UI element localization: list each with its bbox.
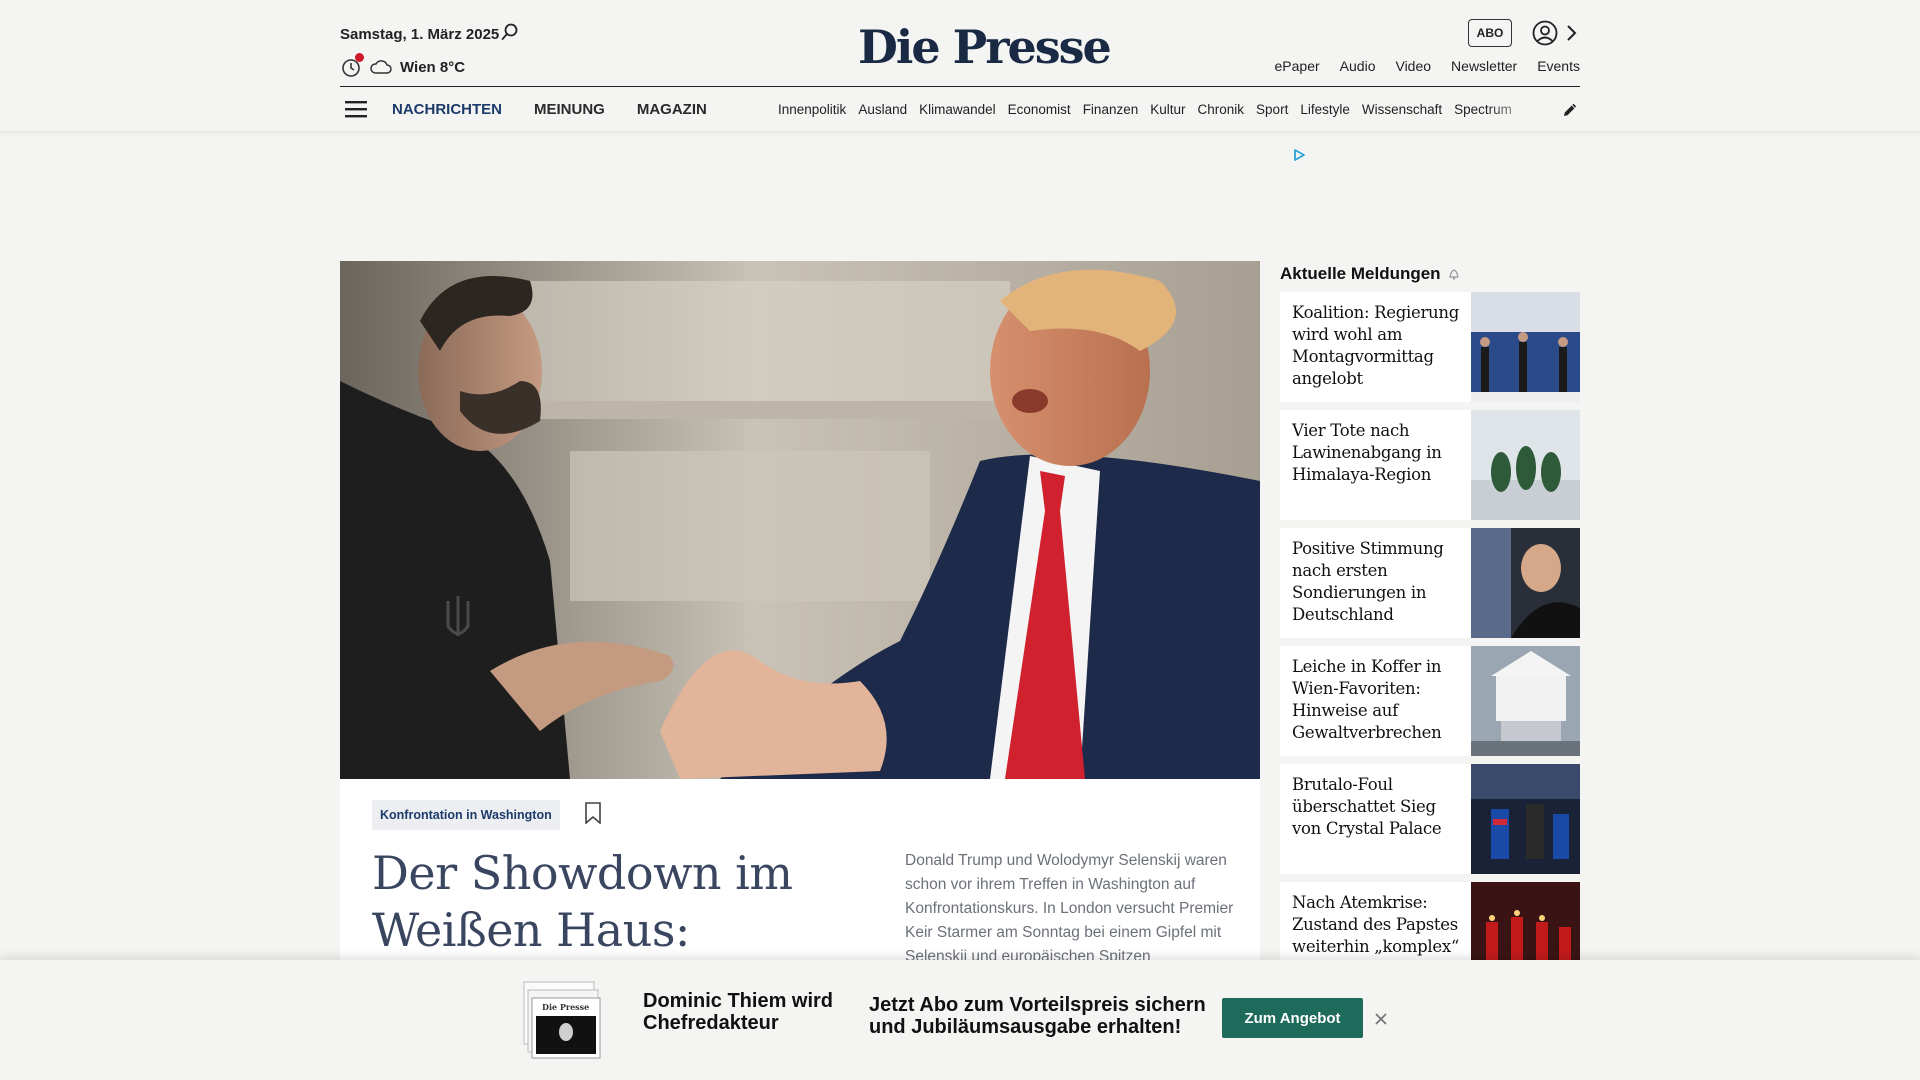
section-nav: Innenpolitik Ausland Klimawandel Economi… xyxy=(778,102,1540,117)
weather-text: Wien 8°C xyxy=(400,58,466,76)
link-audio[interactable]: Audio xyxy=(1340,58,1376,74)
history-clock-icon[interactable] xyxy=(340,53,364,78)
offer-button[interactable]: Zum Angebot xyxy=(1222,998,1363,1038)
sidebar-title-text: Aktuelle Meldungen xyxy=(1280,264,1441,283)
newspaper-logo: Die Presse xyxy=(542,1002,590,1012)
close-icon[interactable] xyxy=(1374,1012,1388,1026)
ad-choices-icon[interactable] xyxy=(1292,148,1306,162)
news-item[interactable]: Koalition: Regierung wird wohl am Montag… xyxy=(1280,292,1580,402)
nav-innenpolitik[interactable]: Innenpolitik xyxy=(778,102,846,117)
abo-button[interactable]: ABO xyxy=(1468,19,1512,47)
nav-kultur[interactable]: Kultur xyxy=(1150,102,1185,117)
pencil-icon[interactable] xyxy=(1561,101,1579,119)
banner-headline: Dominic Thiem wird Chefredakteur xyxy=(643,990,834,1034)
main-nav: NACHRICHTEN MEINUNG MAGAZIN xyxy=(392,101,707,118)
news-item[interactable]: Vier Tote nach Lawinenabgang in Himalaya… xyxy=(1280,410,1580,520)
news-thumbnail[interactable] xyxy=(1471,528,1580,638)
nav-spectrum[interactable]: Spectrum xyxy=(1454,102,1512,117)
article-tag[interactable]: Konfrontation in Washington xyxy=(372,800,560,830)
current-date: Samstag, 1. März 2025 xyxy=(340,26,500,43)
news-item[interactable]: Brutalo-Foul überschattet Sieg von Cryst… xyxy=(1280,764,1580,874)
nav-ausland[interactable]: Ausland xyxy=(858,102,907,117)
link-epaper[interactable]: ePaper xyxy=(1275,58,1320,74)
news-title[interactable]: Leiche in Koffer in Wien-Favoriten: Hinw… xyxy=(1280,646,1468,756)
nav-magazin[interactable]: MAGAZIN xyxy=(637,101,707,118)
news-item[interactable]: Positive Stimmung nach ersten Sondierung… xyxy=(1280,528,1580,638)
site-logo[interactable]: Die Presse xyxy=(858,20,1112,74)
bell-icon[interactable] xyxy=(1447,267,1461,281)
banner-offer-text: Jetzt Abo zum Vorteilspreis sichern und … xyxy=(869,994,1206,1038)
search-icon[interactable] xyxy=(500,22,520,42)
sidebar-title: Aktuelle Meldungen xyxy=(1280,264,1461,284)
news-thumbnail[interactable] xyxy=(1471,410,1580,520)
news-title[interactable]: Brutalo-Foul überschattet Sieg von Cryst… xyxy=(1280,764,1468,874)
news-title[interactable]: Positive Stimmung nach ersten Sondierung… xyxy=(1280,528,1468,638)
nav-wissenschaft[interactable]: Wissenschaft xyxy=(1362,102,1442,117)
news-title[interactable]: Vier Tote nach Lawinenabgang in Himalaya… xyxy=(1280,410,1468,520)
weather-widget[interactable]: Wien 8°C xyxy=(340,53,466,78)
hero-image[interactable] xyxy=(340,261,1260,779)
nav-nachrichten[interactable]: NACHRICHTEN xyxy=(392,101,502,118)
top-links: ePaper Audio Video Newsletter Events xyxy=(1275,58,1580,74)
nav-klimawandel[interactable]: Klimawandel xyxy=(919,102,996,117)
chevron-right-icon[interactable] xyxy=(1565,24,1577,42)
newspaper-stack-image: Die Presse xyxy=(522,980,602,1060)
news-list: Koalition: Regierung wird wohl am Montag… xyxy=(1280,292,1580,1000)
bookmark-icon[interactable] xyxy=(584,802,602,824)
hero-teaser: Donald Trump und Wolodymyr Selenskij war… xyxy=(905,852,1234,965)
nav-sport[interactable]: Sport xyxy=(1256,102,1288,117)
nav-meinung[interactable]: MEINUNG xyxy=(534,101,605,118)
link-events[interactable]: Events xyxy=(1537,58,1580,74)
menu-icon[interactable] xyxy=(345,100,367,118)
header-divider xyxy=(340,86,1580,87)
news-thumbnail[interactable] xyxy=(1471,764,1580,874)
user-account-icon[interactable] xyxy=(1532,20,1558,46)
news-item[interactable]: Leiche in Koffer in Wien-Favoriten: Hinw… xyxy=(1280,646,1580,756)
news-title[interactable]: Koalition: Regierung wird wohl am Montag… xyxy=(1280,292,1468,402)
cloud-icon xyxy=(370,60,392,74)
nav-chronik[interactable]: Chronik xyxy=(1198,102,1245,117)
link-newsletter[interactable]: Newsletter xyxy=(1451,58,1517,74)
nav-finanzen[interactable]: Finanzen xyxy=(1083,102,1139,117)
live-badge xyxy=(355,53,364,62)
nav-lifestyle[interactable]: Lifestyle xyxy=(1300,102,1350,117)
link-video[interactable]: Video xyxy=(1395,58,1431,74)
news-thumbnail[interactable] xyxy=(1471,646,1580,756)
news-thumbnail[interactable] xyxy=(1471,292,1580,402)
nav-economist[interactable]: Economist xyxy=(1008,102,1071,117)
